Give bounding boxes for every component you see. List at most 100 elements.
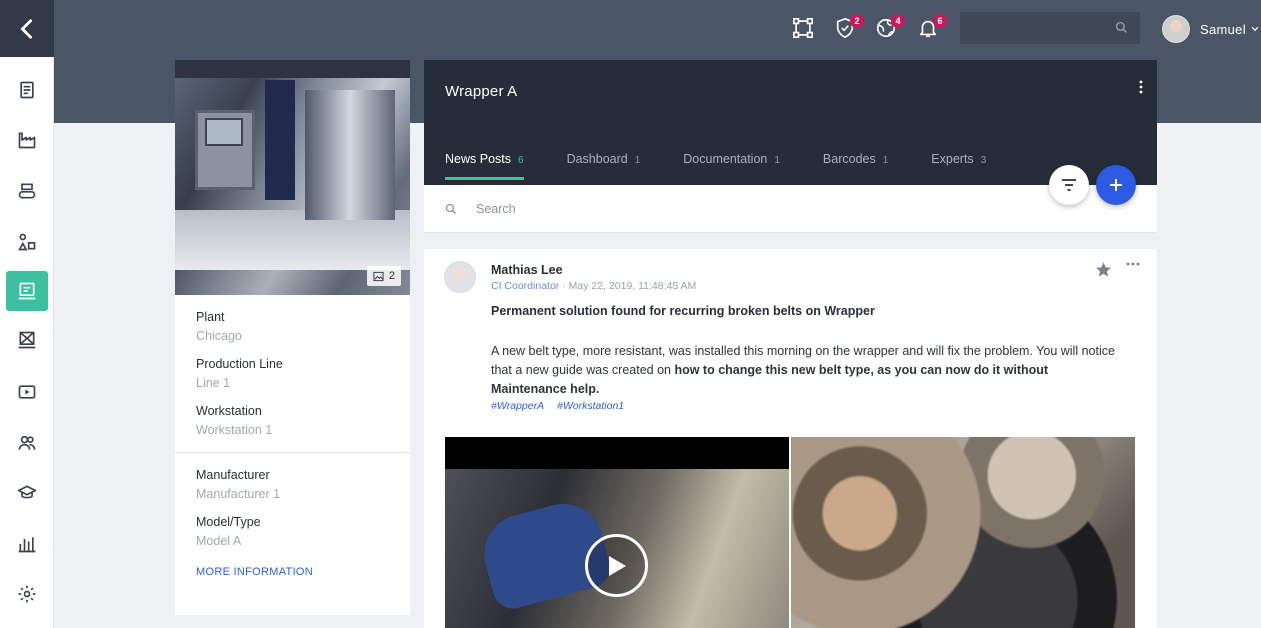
tab-barcodes[interactable]: Barcodes 1 [823, 152, 888, 180]
gear-icon [18, 585, 36, 603]
author-role: CI Coordinator [491, 280, 560, 292]
tab-bar: News Posts 6 Dashboard 1 Documentation 1 Ba… [445, 152, 1029, 180]
model-value: Model A [196, 534, 242, 548]
post-tags: #WrapperA #Workstation1 [491, 400, 634, 412]
user-menu[interactable]: Samuel [1162, 14, 1260, 44]
tab-dashboard[interactable]: Dashboard 1 [567, 152, 641, 180]
machine-icon [18, 282, 36, 300]
plant-label: Plant [196, 310, 225, 324]
global-search-input[interactable] [960, 12, 1110, 44]
photo-count[interactable]: 2 [366, 266, 401, 286]
globe-button[interactable]: 4 [873, 14, 905, 41]
posts-search [424, 185, 1157, 233]
post-title: Permanent solution found for recurring b… [491, 304, 875, 318]
search-icon[interactable] [1115, 21, 1128, 34]
play-icon [608, 555, 626, 576]
model-label: Model/Type [196, 515, 261, 529]
author-name[interactable]: Mathias Lee [491, 263, 563, 277]
play-button[interactable] [585, 534, 648, 597]
shapes-icon [18, 233, 36, 251]
more-information-link[interactable]: MORE INFORMATION [175, 566, 410, 578]
add-post-button[interactable] [1096, 165, 1136, 205]
sidebar-item-documents[interactable] [6, 70, 48, 110]
tab-news-posts[interactable]: News Posts 6 [445, 152, 524, 180]
filter-icon [1062, 179, 1076, 191]
chevron-down-icon[interactable] [1250, 24, 1260, 34]
line-label: Production Line [196, 357, 283, 371]
tag-link[interactable]: #WrapperA [491, 400, 544, 412]
tab-count: 1 [882, 155, 889, 166]
post-meta: CI Coordinator · May 22, 2019, 11:48:45 … [491, 280, 697, 292]
plus-icon [1110, 179, 1122, 191]
tab-count: 6 [518, 155, 524, 166]
plant-info: Plant Chicago [196, 310, 389, 343]
manufacturer-value: Manufacturer 1 [196, 487, 281, 501]
machine-photo[interactable]: 2 [175, 60, 410, 295]
sidebar-item-settings[interactable] [6, 574, 48, 614]
news-post: Mathias Lee CI Coordinator · May 22, 201… [424, 249, 1157, 628]
sidebar-item-training[interactable] [6, 473, 48, 513]
notifications-button[interactable]: 6 [915, 14, 947, 41]
page-title: Wrapper A [445, 83, 518, 100]
sidebar-item-teams[interactable] [6, 423, 48, 463]
workstation-icon [18, 331, 36, 349]
shield-badge: 2 [850, 14, 864, 28]
bar-chart-icon [18, 537, 36, 553]
sidebar-item-workstations[interactable] [6, 222, 48, 262]
filter-button[interactable] [1049, 165, 1089, 205]
posts-search-input[interactable] [474, 199, 874, 219]
sidebar-item-lines[interactable] [6, 171, 48, 211]
model-info: Model/Type Model A [196, 515, 389, 548]
tab-count: 3 [980, 155, 987, 166]
manufacturer-label: Manufacturer [196, 468, 270, 482]
avatar[interactable] [1162, 15, 1190, 43]
workflow-button[interactable] [790, 15, 816, 41]
post-body: A new belt type, more resistant, was ins… [491, 342, 1121, 399]
star-icon[interactable] [1095, 261, 1112, 278]
machine-info-card: 2 Plant Chicago Production Line Line 1 W… [175, 60, 410, 615]
post-timestamp: May 22, 2019, 11:48:45 AM [568, 280, 697, 292]
tab-count: 1 [634, 155, 641, 166]
bell-badge: 6 [933, 14, 947, 28]
tab-experts[interactable]: Experts 3 [931, 152, 986, 180]
plant-value: Chicago [196, 329, 242, 343]
shield-button[interactable]: 2 [832, 14, 864, 41]
workstation-label: Workstation [196, 404, 262, 418]
search-icon [445, 203, 456, 214]
sidebar-item-stations[interactable] [6, 320, 48, 360]
workstation-info: Workstation Workstation 1 [196, 404, 389, 437]
document-icon [20, 81, 34, 99]
graduation-cap-icon [17, 485, 37, 499]
tab-label: Barcodes [822, 152, 876, 166]
sidebar-item-machines[interactable] [6, 271, 48, 311]
video-icon [18, 385, 36, 399]
sidebar-item-videos[interactable] [6, 372, 48, 412]
photo-count-value: 2 [388, 270, 395, 282]
machine-header: Wrapper A News Posts 6 Dashboard 1 Documen… [424, 60, 1157, 185]
chevron-left-icon [20, 18, 33, 39]
author-avatar[interactable] [444, 261, 476, 293]
line-value: Line 1 [196, 376, 231, 390]
post-image[interactable] [791, 437, 1135, 628]
tab-count: 1 [774, 155, 780, 166]
tab-documentation[interactable]: Documentation 1 [683, 152, 780, 180]
image-icon [373, 271, 384, 281]
tab-label: Documentation [683, 152, 768, 166]
tag-link[interactable]: #Workstation1 [557, 400, 624, 412]
equipment-info: Manufacturer Manufacturer 1 Model/Type M… [175, 453, 410, 548]
conveyor-icon [18, 183, 36, 199]
factory-icon [18, 132, 36, 149]
sidebar-item-analytics[interactable] [6, 524, 48, 564]
globe-badge: 4 [891, 14, 905, 28]
manufacturer-info: Manufacturer Manufacturer 1 [196, 468, 389, 501]
sidebar [0, 0, 54, 628]
back-button[interactable] [0, 0, 54, 57]
tab-label: Experts [931, 152, 974, 166]
sidebar-item-plants[interactable] [6, 120, 48, 160]
more-vertical-icon[interactable] [1139, 80, 1143, 94]
location-info: Plant Chicago Production Line Line 1 Wor… [175, 295, 410, 437]
user-name[interactable]: Samuel [1200, 22, 1246, 37]
tab-label: News Posts [445, 152, 511, 166]
more-horizontal-icon[interactable] [1126, 262, 1140, 266]
post-video[interactable] [445, 437, 789, 628]
